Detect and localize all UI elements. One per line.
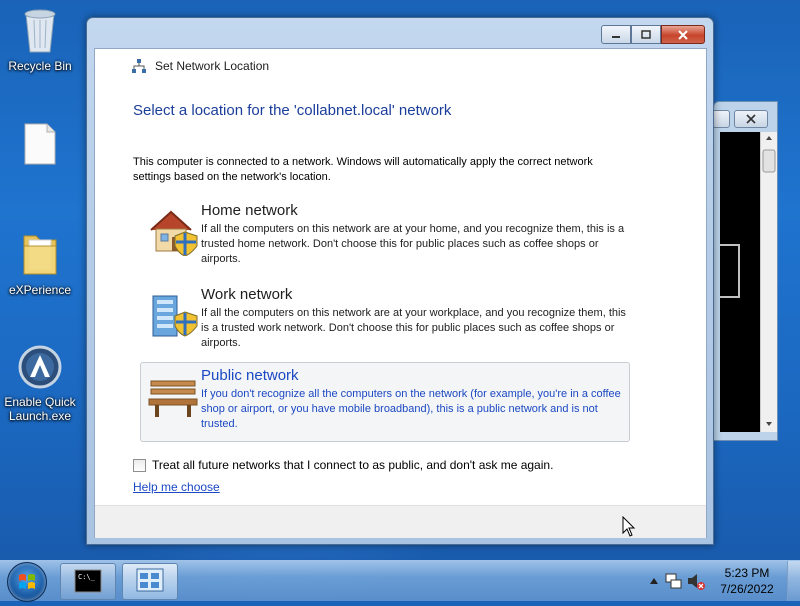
clock-time: 5:23 PM <box>724 566 770 580</box>
taskbar-command-prompt[interactable]: C:\_ <box>60 563 116 600</box>
option-description: If all the computers on this network are… <box>201 307 626 349</box>
desktop-icon-blank-document[interactable] <box>0 122 80 169</box>
console-output-area[interactable] <box>720 132 760 432</box>
minimize-icon <box>612 35 620 38</box>
help-me-choose-link[interactable]: Help me choose <box>133 480 220 494</box>
console-selection-box <box>720 244 740 298</box>
desktop-icon-label: Enable Quick Launch.exe <box>4 395 76 423</box>
wizard-title: Set Network Location <box>131 58 269 74</box>
close-icon <box>746 114 756 124</box>
clock-date: 7/26/2022 <box>720 582 774 596</box>
option-title: Home network <box>201 202 298 219</box>
treat-public-checkbox-row[interactable]: Treat all future networks that I connect… <box>133 458 553 472</box>
folder-icon <box>23 235 57 275</box>
house-icon <box>150 210 198 256</box>
option-title: Work network <box>201 286 293 303</box>
window-controls <box>601 25 705 44</box>
checkbox-label: Treat all future networks that I connect… <box>152 458 554 472</box>
autoit-app-icon <box>18 345 62 389</box>
treat-public-checkbox[interactable] <box>133 458 146 472</box>
recycle-bin-icon <box>24 9 56 53</box>
network-status-icon[interactable] <box>663 561 685 601</box>
show-desktop-button[interactable] <box>787 561 800 601</box>
command-prompt-icon: C:\_ <box>74 569 102 593</box>
set-network-location-dialog[interactable]: Set Network Location Select a location f… <box>86 17 714 545</box>
taskbar-network-settings[interactable] <box>122 563 178 600</box>
option-description: If all the computers on this network are… <box>201 223 625 265</box>
desktop-icon-label: eXPerience <box>8 283 72 297</box>
console-close-button[interactable] <box>734 110 768 128</box>
wizard-title-text: Set Network Location <box>155 59 270 73</box>
taskbar: C:\_ 5:23 PM 7/26/2022 <box>0 560 800 602</box>
work-network-option[interactable]: Work network If all the computers on thi… <box>140 281 630 357</box>
console-scrollbar[interactable] <box>760 132 777 432</box>
office-building-icon <box>152 295 198 337</box>
close-button[interactable] <box>661 25 705 44</box>
network-icon <box>132 59 146 73</box>
intro-text: This computer is connected to a network.… <box>133 156 593 183</box>
console-window[interactable] <box>710 101 778 441</box>
document-icon <box>24 123 56 165</box>
option-title: Public network <box>201 367 299 384</box>
maximize-button[interactable] <box>631 25 661 44</box>
desktop-icon-experience-folder[interactable]: eXPerience <box>0 230 80 297</box>
dialog-content: Set Network Location Select a location f… <box>94 48 707 538</box>
minimize-button[interactable] <box>601 25 631 44</box>
start-button[interactable] <box>7 562 47 602</box>
svg-text:C:\_: C:\_ <box>78 573 96 581</box>
desktop-icon-label: Recycle Bin <box>8 59 72 73</box>
desktop-icon-enable-quick-launch[interactable]: Enable Quick Launch.exe <box>0 344 80 423</box>
home-network-option[interactable]: Home network If all the computers on thi… <box>140 197 630 273</box>
park-bench-icon <box>148 380 198 417</box>
desktop-icon-recycle-bin[interactable]: Recycle Bin <box>0 6 80 73</box>
scrollbar-arrows-icon <box>762 136 776 426</box>
close-icon <box>678 29 688 40</box>
show-hidden-icons-icon[interactable] <box>645 561 663 601</box>
network-settings-icon <box>136 568 164 592</box>
system-tray: 5:23 PM 7/26/2022 <box>645 561 800 601</box>
maximize-icon <box>641 29 651 39</box>
taskbar-clock[interactable]: 5:23 PM 7/26/2022 <box>707 565 787 597</box>
option-description: If you don't recognize all the computers… <box>201 388 621 430</box>
windows-logo-icon <box>19 574 35 589</box>
public-network-option[interactable]: Public network If you don't recognize al… <box>140 362 630 442</box>
mouse-cursor-icon <box>622 516 636 537</box>
volume-muted-icon[interactable] <box>685 561 707 601</box>
page-title: Select a location for the 'collabnet.loc… <box>133 102 452 119</box>
dialog-footer <box>95 505 706 538</box>
